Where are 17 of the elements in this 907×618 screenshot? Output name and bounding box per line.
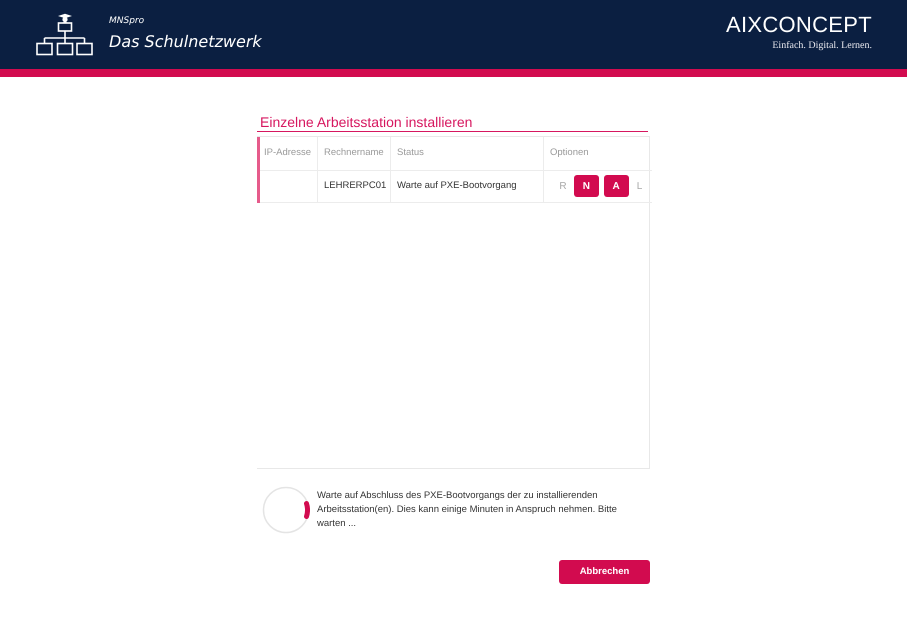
table-cell: Warte auf PXE-Bootvorgang bbox=[390, 170, 544, 202]
option-button[interactable]: N bbox=[574, 175, 599, 197]
loading-spinner-icon bbox=[262, 486, 310, 534]
product-title: Das Schulnetzwerk bbox=[109, 32, 262, 52]
brand-slogan: Einfach. Digital. Lernen. bbox=[771, 40, 872, 52]
column-header: IP-Adresse bbox=[258, 137, 318, 170]
product-name: MNSpro bbox=[109, 16, 146, 26]
column-header: Rechnername bbox=[318, 137, 390, 170]
brand-logo-text: AIXCONCEPT bbox=[726, 14, 872, 36]
network-hierarchy-icon bbox=[36, 13, 93, 56]
status-message: Warte auf Abschluss des PXE-Bootvorgangs der zu installierenden Arbeitsstation(en). Dies kann einige Minuten in Anspruch nehmen. Bitte warten ... bbox=[317, 489, 618, 531]
section-title: Einzelne Arbeitsstation installieren bbox=[257, 113, 648, 132]
column-header: Status bbox=[390, 137, 544, 170]
table-cell: LEHRERPC01 bbox=[318, 170, 390, 202]
column-header: Optionen bbox=[544, 137, 652, 170]
option-button[interactable]: A bbox=[604, 175, 629, 197]
cancel-button[interactable]: Abbrechen bbox=[559, 560, 650, 584]
